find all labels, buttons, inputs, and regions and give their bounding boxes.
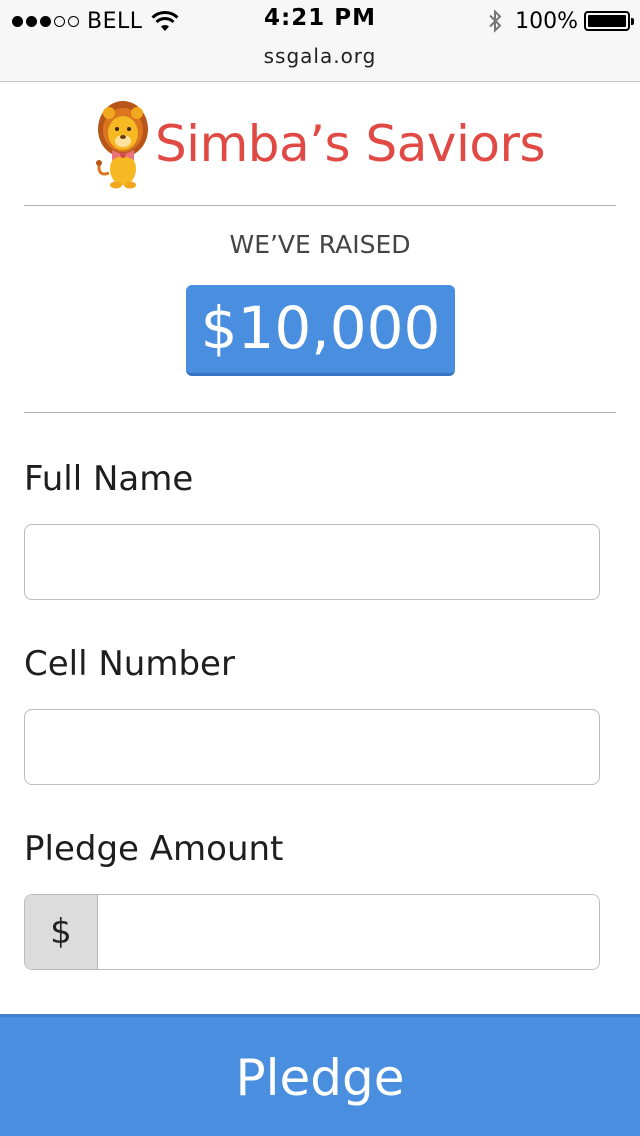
pledge-amount-label: Pledge Amount (24, 829, 284, 869)
raised-amount-badge: $10,000 (186, 285, 455, 376)
battery-percent: 100% (515, 8, 578, 34)
brand-name: Simba’s Saviors (154, 115, 546, 173)
full-name-label: Full Name (24, 459, 194, 499)
lion-mascot-icon (95, 101, 148, 189)
raised-label: WE’VE RAISED (229, 230, 411, 259)
status-right: 100% (487, 7, 634, 35)
cell-number-label: Cell Number (24, 644, 235, 684)
pledge-button[interactable]: Pledge (0, 1014, 640, 1136)
status-bar: BELL 4:21 PM 100% ssgala.org (0, 0, 640, 82)
cell-number-input[interactable] (24, 709, 600, 785)
address-bar-url[interactable]: ssgala.org (0, 44, 640, 68)
pledge-amount-group: $ (24, 894, 600, 970)
page: BELL 4:21 PM 100% ssgala.org Simba’s Sav… (0, 0, 640, 1136)
divider (24, 412, 616, 413)
divider (24, 205, 616, 206)
pledge-amount-input[interactable] (98, 895, 599, 969)
site-header: Simba’s Saviors (0, 98, 640, 190)
battery-icon (584, 11, 634, 31)
full-name-input[interactable] (24, 524, 600, 600)
bluetooth-icon (489, 9, 502, 33)
currency-prefix: $ (25, 895, 98, 969)
